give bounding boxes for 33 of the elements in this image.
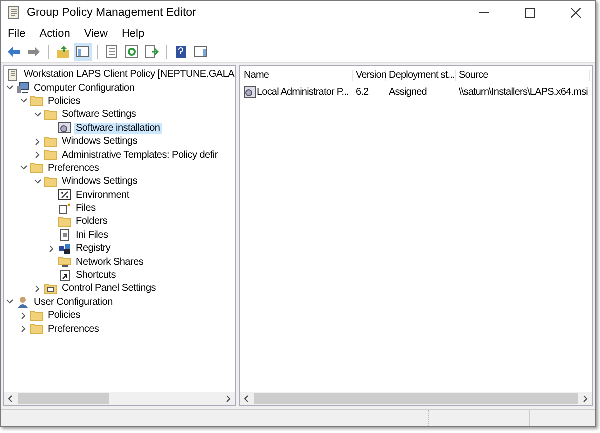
table-cell: 6.2 xyxy=(356,86,369,98)
table-cell: \\saturn\Installers\LAPS.x64.msi xyxy=(459,86,588,98)
menu-item[interactable]: File xyxy=(8,28,26,40)
tree-item[interactable]: User Configuration xyxy=(32,296,115,308)
tree-item[interactable]: Preferences xyxy=(46,324,102,335)
tree-item[interactable]: Administrative Templates: Policy defir xyxy=(60,150,220,161)
tree-item[interactable]: Policies xyxy=(46,310,82,322)
tree-item[interactable]: Ini Files xyxy=(74,230,110,241)
tree-item[interactable]: Windows Settings xyxy=(60,176,140,188)
tree-item[interactable]: Preferences xyxy=(46,162,102,174)
table-cell: Local Administrator P... xyxy=(257,86,349,98)
tree-item[interactable]: Policies xyxy=(46,96,82,107)
menu-item[interactable]: Help xyxy=(122,28,145,40)
column-header[interactable]: Source xyxy=(456,70,590,80)
column-header[interactable]: Deployment st... xyxy=(386,70,456,80)
table-cell: Assigned xyxy=(389,86,427,98)
tree-item[interactable]: Control Panel Settings xyxy=(60,283,158,294)
tree-item[interactable]: Software Settings xyxy=(60,109,138,120)
window-title: Group Policy Management Editor xyxy=(27,7,198,19)
tree-item[interactable]: Registry xyxy=(74,243,113,254)
tree-item[interactable]: Windows Settings xyxy=(60,136,140,148)
tree-item[interactable]: Files xyxy=(74,203,98,214)
column-header[interactable]: Name xyxy=(241,70,353,80)
tree-item[interactable]: Software installation xyxy=(74,122,162,134)
menu-item[interactable]: Action xyxy=(40,28,70,40)
tree-item[interactable]: Network Shares xyxy=(74,256,146,268)
tree-item[interactable]: Environment xyxy=(74,190,132,201)
tree-item[interactable]: Computer Configuration xyxy=(32,82,137,94)
tree-item[interactable]: Folders xyxy=(74,216,110,228)
tree-item[interactable]: Workstation LAPS Client Policy [NEPTUNE.GALA xyxy=(22,69,235,80)
tree-item[interactable]: Shortcuts xyxy=(74,270,118,282)
column-header[interactable]: Version xyxy=(353,70,386,80)
menu-item[interactable]: View xyxy=(84,28,108,40)
